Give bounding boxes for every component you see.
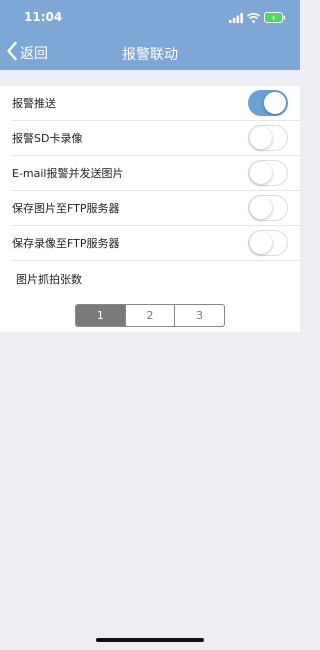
setting-label: 报警SD卡录像 (12, 132, 83, 145)
setting-label: E-mail报警并发送图片 (12, 167, 124, 180)
capture-count-segmented-control: 1 2 3 (75, 304, 225, 327)
capture-count-label: 图片抓拍张数 (16, 272, 82, 286)
ftp-video-toggle[interactable] (248, 230, 288, 256)
setting-row-email-picture: E-mail报警并发送图片 (12, 156, 300, 191)
signal-icon (229, 8, 243, 27)
sd-record-toggle[interactable] (248, 125, 288, 151)
capture-count-option-1[interactable]: 1 (76, 305, 126, 326)
nav-bar: 返回 报警联动 (0, 36, 300, 70)
wifi-icon (246, 8, 261, 27)
setting-label: 保存录像至FTP服务器 (12, 237, 120, 250)
email-picture-toggle[interactable] (248, 160, 288, 186)
capture-count-option-3[interactable]: 3 (175, 305, 224, 326)
page-title: 报警联动 (122, 47, 178, 63)
header: 11:04 返回 报警联动 (0, 0, 300, 70)
toggle-knob (250, 127, 272, 149)
toggle-knob (250, 162, 272, 184)
toggle-knob (250, 232, 272, 254)
setting-label: 保存图片至FTP服务器 (12, 202, 120, 215)
battery-charging-icon (264, 8, 286, 27)
setting-label: 报警推送 (12, 97, 56, 110)
setting-row-alarm-push: 报警推送 (12, 86, 300, 121)
capture-count-row: 图片抓拍张数 (16, 261, 300, 296)
toggle-knob (250, 197, 272, 219)
setting-row-ftp-picture: 保存图片至FTP服务器 (12, 191, 300, 226)
status-bar: 11:04 (0, 0, 300, 36)
ftp-picture-toggle[interactable] (248, 195, 288, 221)
status-time: 11:04 (24, 10, 63, 24)
home-indicator (96, 638, 204, 642)
capture-count-option-2[interactable]: 2 (126, 305, 176, 326)
status-icons (229, 11, 286, 23)
alarm-push-toggle[interactable] (248, 90, 288, 116)
setting-row-ftp-video: 保存录像至FTP服务器 (12, 226, 300, 261)
toggle-knob (264, 92, 286, 114)
settings-panel: 报警推送 报警SD卡录像 E-mail报警并发送图片 保存图片至FTP服务器 保… (0, 86, 300, 332)
setting-row-sd-record: 报警SD卡录像 (12, 121, 300, 156)
